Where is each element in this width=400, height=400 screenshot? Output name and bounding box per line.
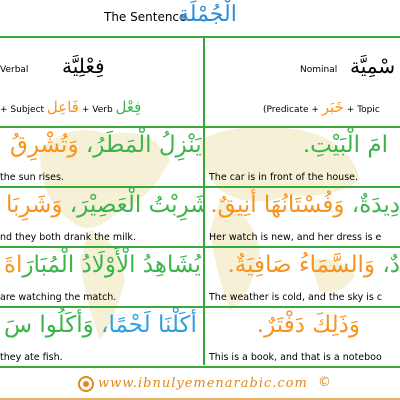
sentence-part: يَنْزِلُ الْمَطَرُ، bbox=[78, 132, 202, 158]
title-arabic: الْجُمْلَة bbox=[178, 2, 237, 27]
verbal-structure: + Subject فَاعِل + Verb فِعْل bbox=[0, 98, 141, 116]
structure-subject-arabic: فَاعِل bbox=[46, 98, 79, 116]
sentence-part: دِيدَةٌ، bbox=[344, 192, 400, 218]
structure-topic-label: + Topic bbox=[346, 105, 380, 115]
nominal-row-1: امَ الْبَيْتِ. The car is in front of th… bbox=[205, 128, 400, 186]
verbal-sentence-2: شَرِبْتُ الْعَصِيْرَ، وَشَرِبَا bbox=[6, 190, 203, 220]
verbal-sentence-1: يَنْزِلُ الْمَطَرُ، وَتُشْرِقُ bbox=[10, 130, 202, 160]
nominal-row-4: وَذَلِكَ دَفْتَرٌ. This is a book, and t… bbox=[205, 308, 400, 366]
nominal-structure: (Predicate + خَبَر + Topic bbox=[263, 98, 380, 116]
structure-predicate-label: (Predicate + bbox=[263, 105, 319, 115]
nominal-sentence-4: وَذَلِكَ دَفْتَرٌ. bbox=[257, 310, 360, 340]
structure-verb-arabic: فِعْل bbox=[115, 98, 142, 116]
title-bar: The Sentence الْجُمْلَة bbox=[0, 0, 400, 38]
sentence-part: شَرِبْتُ الْعَصِيْرَ، bbox=[62, 192, 203, 218]
sentence-part: امَ الْبَيْتِ. bbox=[302, 132, 388, 158]
nominal-row-3: دٌ، وَالسَّمَاءُ صَافِيَةٌ. The weather … bbox=[205, 248, 400, 306]
nominal-row-2: دِيدَةٌ، وَفُسْتَانُهَا أَنِيقٌ. Her wat… bbox=[205, 188, 400, 246]
verbal-sentence-3: يُشَاهِدُ الْأَوْلَادُ الْمُبَارَاةَ bbox=[4, 250, 201, 280]
sentence-part: وَذَلِكَ دَفْتَرٌ. bbox=[256, 312, 360, 338]
verbal-translation-2: nd they both drank the milk. bbox=[0, 232, 136, 243]
copyright-symbol: © bbox=[318, 375, 331, 390]
website-url[interactable]: www.ibnulyemenarabic.com bbox=[98, 376, 308, 391]
verbal-row-1: يَنْزِلُ الْمَطَرُ، وَتُشْرِقُ the sun r… bbox=[0, 128, 203, 186]
title-english: The Sentence bbox=[104, 10, 187, 24]
sentence-part: وَالسَّمَاءُ صَافِيَةٌ. bbox=[227, 252, 376, 278]
nominal-arabic-heading: سْمِيَّة bbox=[350, 54, 396, 78]
nominal-translation-1: The car is in front of the house. bbox=[209, 172, 359, 183]
verbal-sentence-4: أَكَلْنَا لَحْمًا، وَأَكَلُوا سَ bbox=[4, 310, 197, 340]
structure-subject-label: + Subject bbox=[0, 105, 45, 115]
nominal-type-cell: Nominal سْمِيَّة (Predicate + خَبَر + To… bbox=[205, 40, 400, 126]
verbal-label: Verbal bbox=[0, 65, 29, 75]
sentence-part: وَفُسْتَانُهَا أَنِيقٌ. bbox=[210, 192, 345, 218]
structure-verb-label: + Verb bbox=[81, 105, 113, 115]
nominal-translation-2: Her watch is new, and her dress is e bbox=[209, 232, 382, 243]
footer: www.ibnulyemenarabic.com © bbox=[0, 366, 400, 400]
verbal-arabic-heading: فِعْلِيَّة bbox=[62, 54, 105, 78]
verbal-type-cell: Verbal فِعْلِيَّة + Subject فَاعِل + Ver… bbox=[0, 40, 203, 126]
site-logo-icon bbox=[78, 376, 94, 392]
nominal-sentence-1: امَ الْبَيْتِ. bbox=[303, 130, 388, 160]
sentence-part: دٌ، bbox=[375, 252, 400, 278]
page: The Sentence الْجُمْلَة Verbal فِعْلِيَّ… bbox=[0, 0, 400, 400]
verbal-row-4: أَكَلْنَا لَحْمًا، وَأَكَلُوا سَ they at… bbox=[0, 308, 203, 366]
verbal-row-3: يُشَاهِدُ الْأَوْلَادُ الْمُبَارَاةَ are… bbox=[0, 248, 203, 306]
structure-predicate-arabic: خَبَر bbox=[321, 98, 344, 116]
sentence-part: يُشَاهِدُ الْأَوْلَادُ الْمُبَارَ bbox=[22, 252, 201, 278]
sentence-part: اةَ bbox=[4, 252, 23, 278]
sentence-part: أَكَلْنَا لَحْمًا، bbox=[93, 312, 197, 338]
verbal-row-2: شَرِبْتُ الْعَصِيْرَ، وَشَرِبَا nd they … bbox=[0, 188, 203, 246]
nominal-sentence-2: دِيدَةٌ، وَفُسْتَانُهَا أَنِيقٌ. bbox=[210, 190, 400, 220]
nominal-sentence-3: دٌ، وَالسَّمَاءُ صَافِيَةٌ. bbox=[227, 250, 400, 280]
verbal-translation-1: the sun rises. bbox=[0, 172, 64, 183]
verbal-translation-4: they ate fish. bbox=[0, 352, 63, 363]
sentence-part: وَشَرِبَا bbox=[6, 192, 63, 218]
nominal-translation-4: This is a book, and that is a noteboo bbox=[209, 352, 382, 363]
nominal-translation-3: The weather is cold, and the sky is c bbox=[209, 292, 383, 303]
sentence-part: وَأَكَلُوا سَ bbox=[4, 312, 94, 338]
nominal-label: Nominal bbox=[300, 65, 338, 75]
verbal-translation-3: are watching the match. bbox=[0, 292, 117, 303]
sentence-part: وَتُشْرِقُ bbox=[10, 132, 79, 158]
